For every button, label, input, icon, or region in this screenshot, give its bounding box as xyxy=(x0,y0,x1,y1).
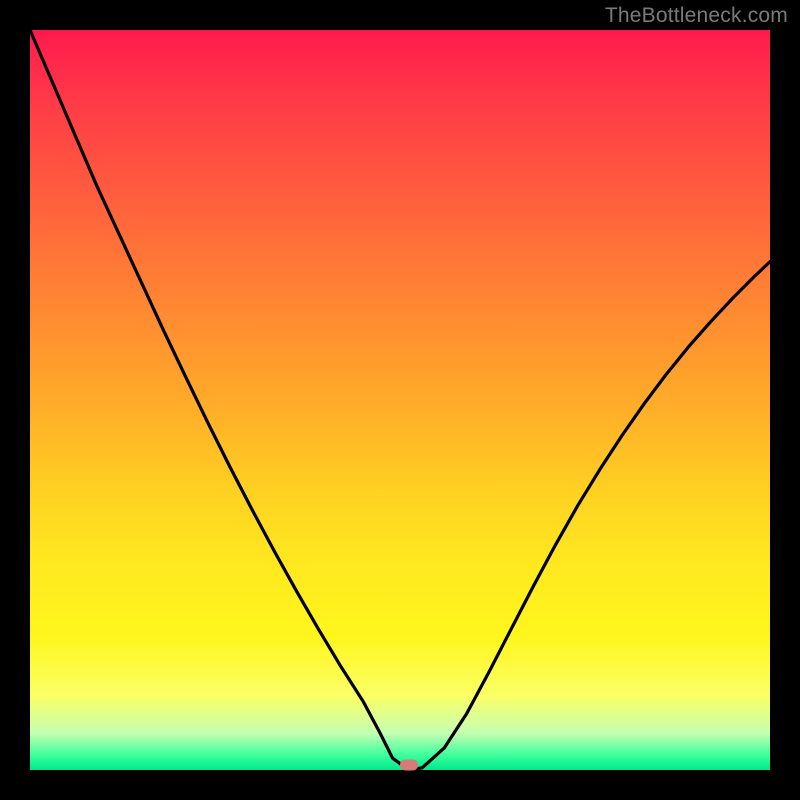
chart-frame: TheBottleneck.com xyxy=(0,0,800,800)
bottleneck-curve xyxy=(30,30,770,770)
minimum-marker xyxy=(400,760,418,771)
plot-area xyxy=(30,30,770,770)
watermark-text: TheBottleneck.com xyxy=(605,4,788,28)
